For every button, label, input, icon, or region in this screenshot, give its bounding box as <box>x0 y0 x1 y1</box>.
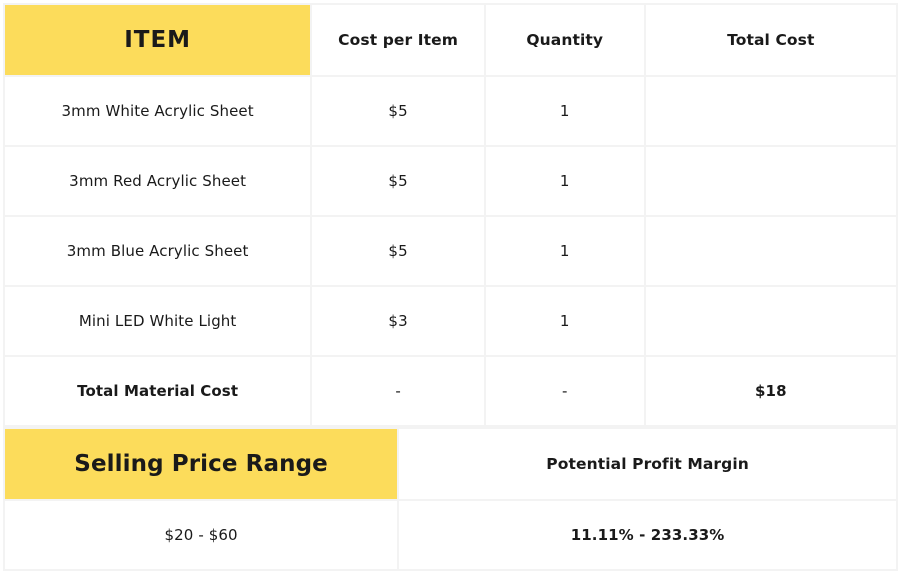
cell-quantity: 1 <box>483 285 646 357</box>
cell-quantity: 1 <box>483 215 646 287</box>
total-material-label: Total Material Cost <box>2 355 313 427</box>
cell-item: 3mm Red Acrylic Sheet <box>2 145 313 217</box>
cell-cost: $5 <box>310 75 486 147</box>
profit-margin-header: Potential Profit Margin <box>397 427 898 501</box>
cell-quantity: 1 <box>483 145 646 217</box>
cell-cost: $3 <box>310 285 486 357</box>
cell-cost: $5 <box>310 215 486 287</box>
selling-price-value: $20 - $60 <box>2 499 400 571</box>
selling-price-header: Selling Price Range <box>2 427 400 501</box>
total-material-cost-dash: - <box>310 355 486 427</box>
header-quantity: Quantity <box>483 3 646 77</box>
pricing-value-row: $20 - $60 11.11% - 233.33% <box>2 499 898 571</box>
pricing-header-row: Selling Price Range Potential Profit Mar… <box>2 427 898 501</box>
cell-item: 3mm Blue Acrylic Sheet <box>2 215 313 287</box>
total-material-quantity-dash: - <box>483 355 646 427</box>
cell-quantity: 1 <box>483 75 646 147</box>
table-row: 3mm White Acrylic Sheet $5 1 <box>2 75 899 147</box>
cell-total <box>643 75 899 147</box>
table-row: 3mm Red Acrylic Sheet $5 1 <box>2 145 899 217</box>
table-row: Mini LED White Light $3 1 <box>2 285 899 357</box>
pricing-table: Selling Price Range Potential Profit Mar… <box>2 427 898 571</box>
table-row: 3mm Blue Acrylic Sheet $5 1 <box>2 215 899 287</box>
cost-sheet: ITEM Cost per Item Quantity Total Cost 3… <box>2 3 899 571</box>
cell-total <box>643 215 899 287</box>
profit-margin-value: 11.11% - 233.33% <box>397 499 898 571</box>
cell-item: Mini LED White Light <box>2 285 313 357</box>
materials-header-row: ITEM Cost per Item Quantity Total Cost <box>2 3 899 77</box>
header-total-cost: Total Cost <box>643 3 899 77</box>
cell-total <box>643 145 899 217</box>
total-material-row: Total Material Cost - - $18 <box>2 355 899 427</box>
materials-table: ITEM Cost per Item Quantity Total Cost 3… <box>2 3 899 427</box>
cell-cost: $5 <box>310 145 486 217</box>
header-cost-per-item: Cost per Item <box>310 3 486 77</box>
cell-total <box>643 285 899 357</box>
header-item: ITEM <box>2 3 313 77</box>
cell-item: 3mm White Acrylic Sheet <box>2 75 313 147</box>
total-material-value: $18 <box>643 355 899 427</box>
